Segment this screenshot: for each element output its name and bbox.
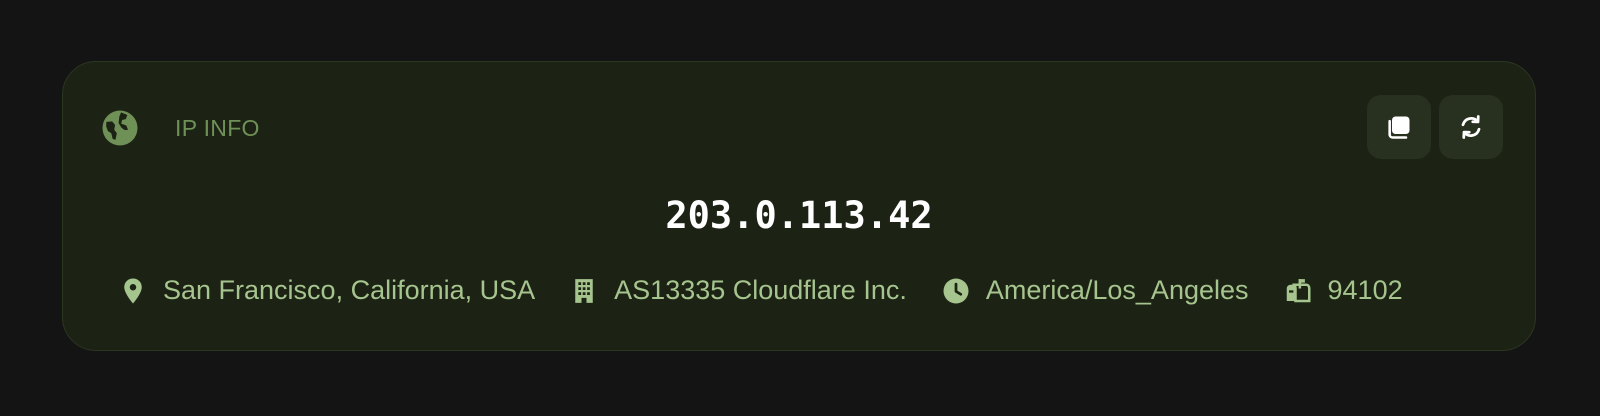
map-pin-icon bbox=[124, 278, 142, 303]
mailbox-icon bbox=[1286, 278, 1311, 302]
copy-icon bbox=[1388, 116, 1410, 139]
refresh-icon bbox=[1461, 115, 1481, 139]
timezone-detail: America/Los_Angeles bbox=[941, 275, 1249, 306]
card-header: IP INFO bbox=[99, 96, 260, 160]
building-icon bbox=[575, 278, 593, 303]
asn-text: AS13335 Cloudflare Inc. bbox=[614, 275, 907, 305]
copy-button[interactable] bbox=[1367, 95, 1431, 159]
postal-text: 94102 bbox=[1327, 275, 1403, 305]
postal-detail: 94102 bbox=[1283, 275, 1403, 306]
ip-details: San Francisco, California, USA AS13335 C… bbox=[118, 275, 1403, 306]
location-detail: San Francisco, California, USA bbox=[118, 275, 535, 306]
ip-address: 203.0.113.42 bbox=[665, 194, 933, 237]
globe-icon bbox=[102, 110, 138, 146]
location-text: San Francisco, California, USA bbox=[163, 275, 536, 305]
timezone-text: America/Los_Angeles bbox=[985, 275, 1249, 305]
card-title: IP INFO bbox=[175, 114, 260, 141]
refresh-button[interactable] bbox=[1439, 95, 1503, 159]
asn-detail: AS13335 Cloudflare Inc. bbox=[569, 275, 907, 306]
clock-icon bbox=[943, 278, 969, 303]
card-actions bbox=[1367, 95, 1503, 159]
ip-info-card: IP INFO 203.0.113.42 San Francisco, Cali… bbox=[62, 61, 1536, 351]
